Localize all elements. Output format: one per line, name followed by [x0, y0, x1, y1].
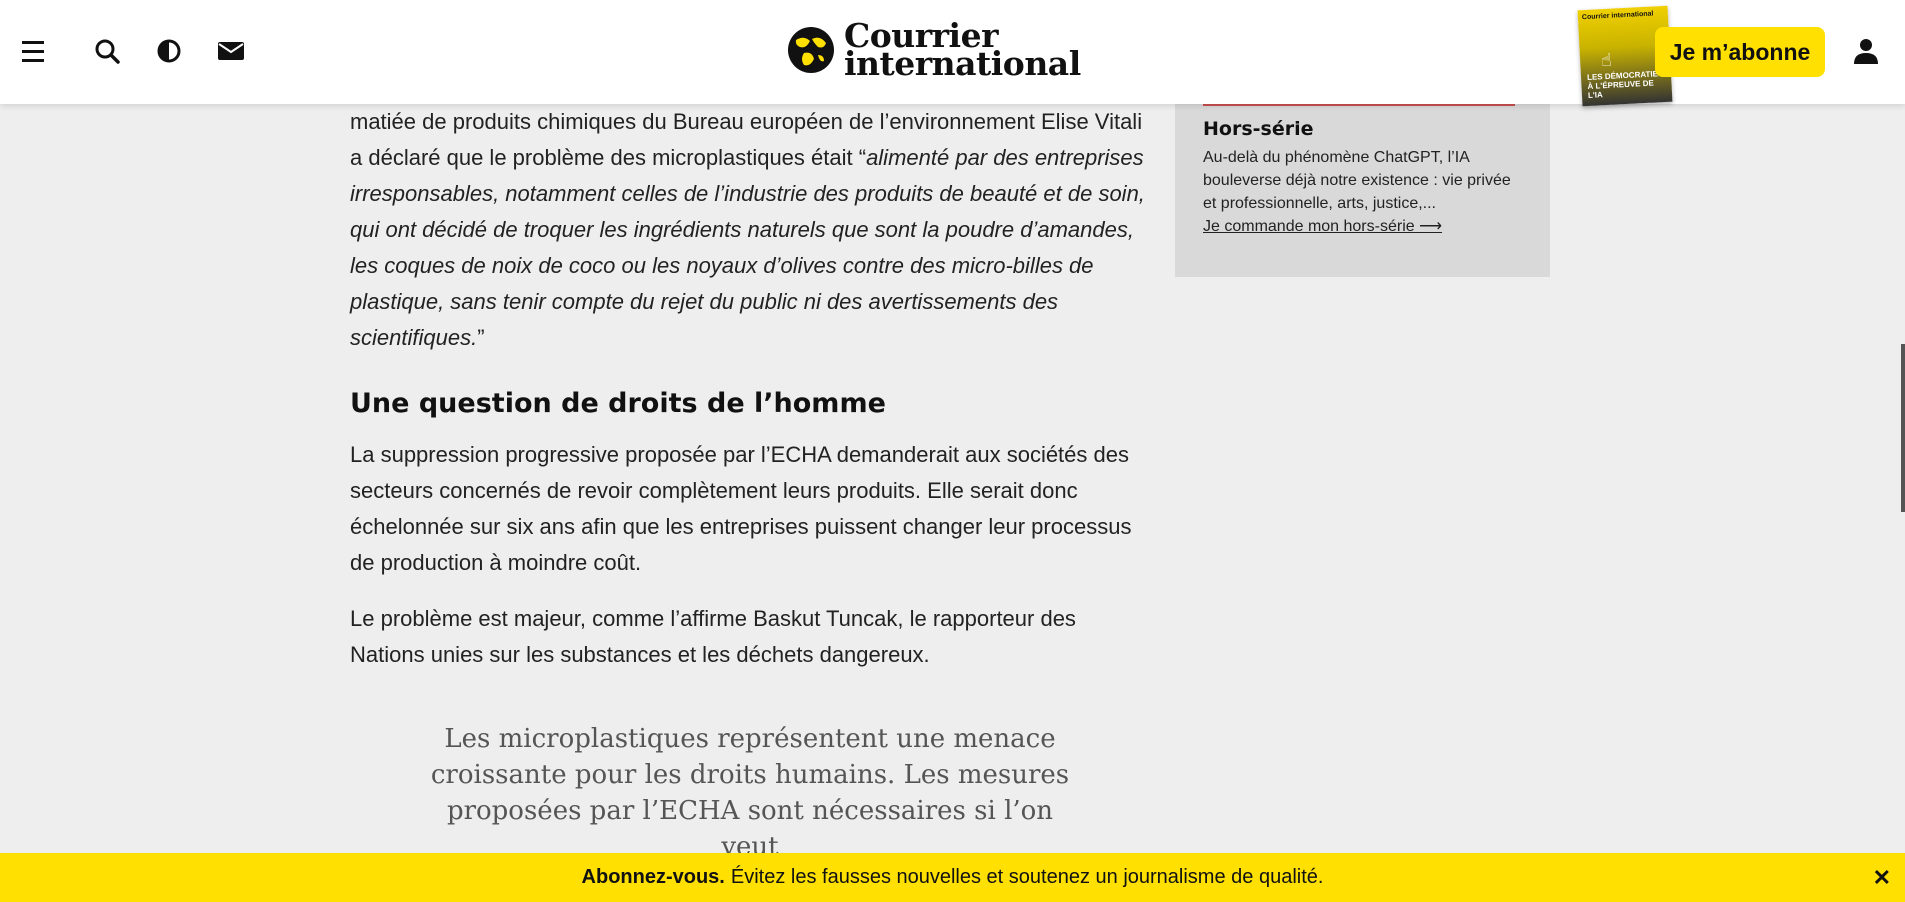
promo-title: Hors-série	[1203, 118, 1314, 140]
article-paragraph: Le problème est majeur, comme l’affirme …	[350, 606, 1076, 667]
subscribe-banner[interactable]: Abonnez-vous. Évitez les fausses nouvell…	[0, 853, 1905, 902]
article-paragraph: La suppression progressive proposée par …	[350, 442, 1132, 575]
logo-line2: international	[844, 44, 1081, 83]
search-icon[interactable]	[92, 36, 122, 66]
banner-text: Évitez les fausses nouvelles et soutenez…	[730, 866, 1324, 888]
order-hors-serie-link[interactable]: Je commande mon hors-série ⟶	[1203, 215, 1522, 238]
subscribe-button[interactable]: Je m’abonne	[1655, 27, 1825, 77]
contrast-icon[interactable]	[154, 36, 184, 66]
mail-icon[interactable]	[216, 36, 246, 66]
site-header: Courrier international Courrier internat…	[0, 0, 1905, 107]
banner-bold-text: Abonnez-vous.	[581, 866, 725, 888]
site-logo[interactable]: Courrier international	[786, 18, 1081, 82]
divider	[1203, 104, 1515, 106]
section-heading: Une question de droits de l’homme	[350, 388, 886, 419]
magazine-cover-headline: LES DÉMOCRATIES À L'ÉPREUVE DE L'IA	[1586, 69, 1664, 100]
article-paragraph: matiée de produits chimiques du Bureau e…	[350, 109, 1145, 350]
globe-icon	[788, 27, 834, 73]
hand-cursor-icon: ☝	[1601, 50, 1612, 71]
promo-text: Au-delà du phénomène ChatGPT, l’IA boule…	[1203, 149, 1511, 212]
pull-quote: Les microplastiques représentent une men…	[430, 724, 1070, 862]
hors-serie-promo: Hors-série Au-delà du phénomène ChatGPT,…	[1175, 104, 1550, 277]
hamburger-menu-icon[interactable]	[18, 36, 48, 66]
scrollbar[interactable]	[1901, 344, 1905, 512]
magazine-cover-title: Courrier international	[1581, 10, 1654, 22]
close-icon[interactable]: ✕	[1873, 865, 1891, 891]
article-body: matiée de produits chimiques du Bureau e…	[350, 104, 1150, 865]
user-icon[interactable]	[1851, 36, 1881, 66]
